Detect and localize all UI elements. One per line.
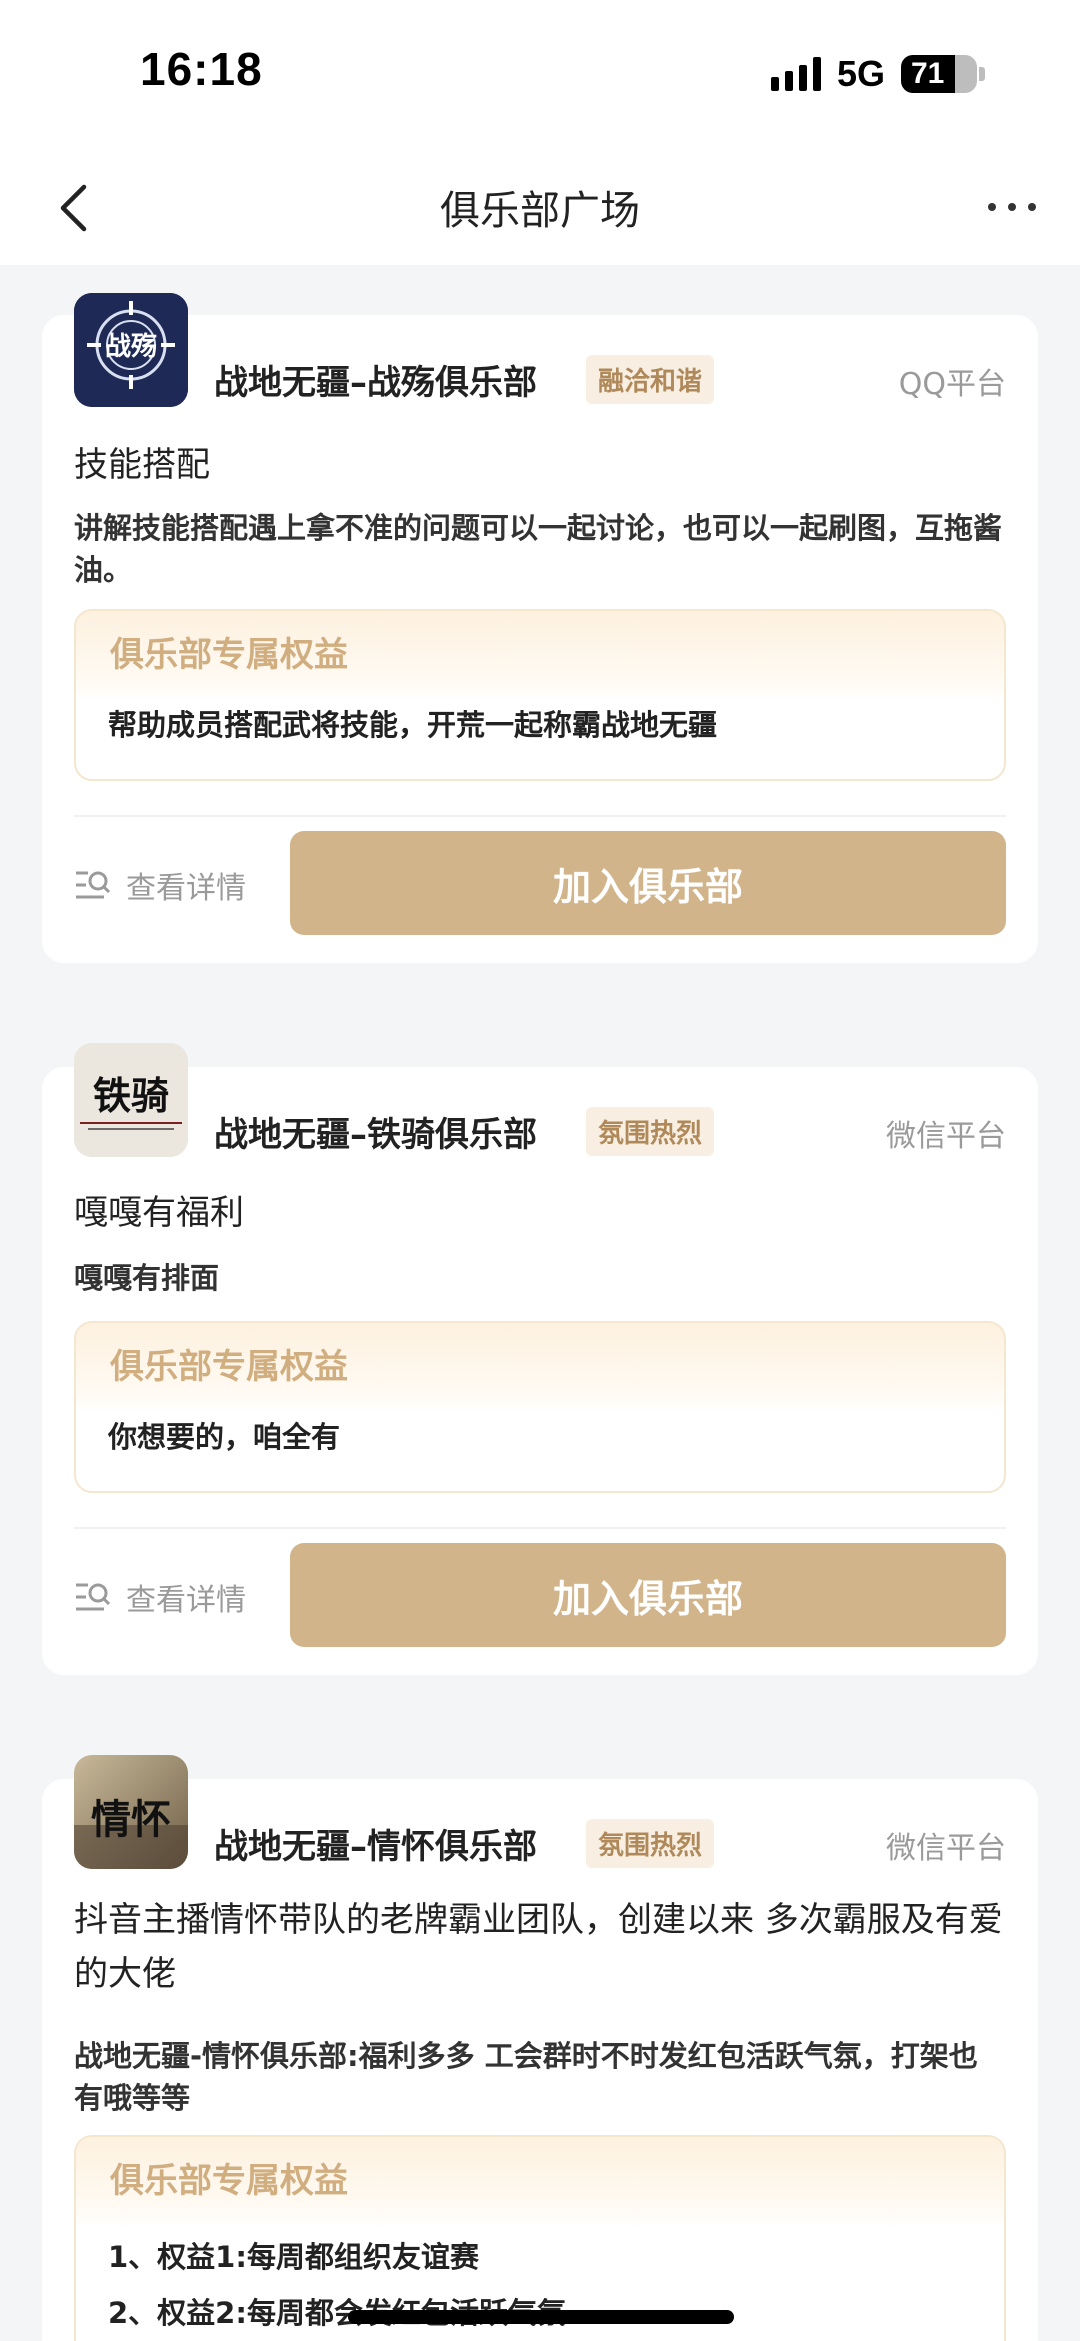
club-platform: 微信平台: [886, 1831, 1006, 1866]
club-logo: 铁骑: [74, 1043, 188, 1157]
dot-icon: [1028, 203, 1036, 211]
club-logo-emblem: 战殇: [74, 293, 188, 407]
club-logo-text: 铁骑: [93, 1074, 169, 1118]
network-label: 5G: [836, 53, 885, 94]
club-card: 铁骑 战地无疆–铁骑俱乐部 氛围热烈 微信平台 嘎嘎有福利 嘎嘎有排面 俱乐部专…: [42, 1043, 1038, 1675]
status-bar: 16:18 5G 71: [0, 0, 1080, 150]
club-card: 情怀 战地无疆–情怀俱乐部 氛围热烈 微信平台 抖音主播情怀带队的老牌霸业团队，…: [42, 1755, 1038, 2341]
club-logo-emblem: 铁骑: [74, 1043, 188, 1157]
signal-icon: [770, 57, 821, 91]
club-subtitle: 嘎嘎有福利: [74, 1193, 244, 1233]
perk-item: 1、权益1:每周都组织友谊赛: [108, 2240, 479, 2274]
status-time: 16:18: [140, 43, 263, 95]
club-platform: QQ平台: [898, 367, 1006, 402]
club-logo: 情怀: [74, 1755, 188, 1869]
battery-icon: 71: [901, 55, 985, 93]
page-title: 俱乐部广场: [440, 188, 640, 234]
perk-box: 俱乐部专属权益 帮助成员搭配武将技能，开荒一起称霸战地无疆: [74, 609, 1006, 781]
perk-title: 俱乐部专属权益: [110, 2161, 348, 2201]
status-indicators: 5G 71: [770, 52, 985, 96]
view-details-label: 查看详情: [126, 1583, 246, 1618]
view-details-link[interactable]: 查看详情: [74, 1575, 246, 1619]
list-search-icon: [76, 871, 111, 899]
club-card: 战殇 战地无疆–战殇俱乐部 融洽和谐 QQ平台 技能搭配 讲解技能搭配遇上拿不准…: [42, 293, 1038, 963]
list-search-icon: [76, 1583, 111, 1611]
club-tag: 氛围热烈: [586, 1107, 715, 1156]
club-description: 讲解技能搭配遇上拿不准的问题可以一起讨论，也可以一起刷图，互拖酱油。: [74, 511, 1003, 587]
dot-icon: [988, 203, 996, 211]
perk-title: 俱乐部专属权益: [110, 635, 348, 675]
perk-item: 你想要的，咱全有: [108, 1420, 341, 1454]
more-options-button[interactable]: [982, 190, 1042, 224]
club-name: 战地无疆–铁骑俱乐部: [214, 1115, 537, 1155]
card-divider: [74, 1527, 1006, 1529]
club-subtitle: 技能搭配: [74, 445, 210, 485]
club-description: 战地无疆-情怀俱乐部:福利多多 工会群时不时发红包活跃气氛，打架也有哦等等: [74, 2039, 978, 2115]
club-platform: 微信平台: [886, 1119, 1006, 1154]
club-logo-text: 战殇: [105, 332, 157, 362]
join-club-button[interactable]: 加入俱乐部: [290, 1543, 1006, 1647]
club-logo-emblem: 情怀: [74, 1755, 188, 1869]
perk-box: 俱乐部专属权益 你想要的，咱全有: [74, 1321, 1006, 1493]
club-logo-text: 情怀: [91, 1796, 171, 1843]
dot-icon: [1008, 203, 1016, 211]
card-divider: [74, 815, 1006, 817]
club-tag: 融洽和谐: [586, 355, 715, 404]
club-name: 战地无疆–战殇俱乐部: [214, 363, 537, 403]
view-details-link[interactable]: 查看详情: [74, 863, 246, 907]
join-club-button[interactable]: 加入俱乐部: [290, 831, 1006, 935]
club-name: 战地无疆–情怀俱乐部: [214, 1827, 537, 1867]
club-logo: 战殇: [74, 293, 188, 407]
perk-title: 俱乐部专属权益: [110, 1347, 348, 1387]
perk-item: 帮助成员搭配武将技能，开荒一起称霸战地无疆: [108, 708, 718, 742]
club-tag: 氛围热烈: [586, 1819, 715, 1868]
nav-bar: 俱乐部广场: [0, 150, 1080, 265]
club-subtitle: 抖音主播情怀带队的老牌霸业团队，创建以来 多次霸服及有爱的大佬: [74, 1900, 1003, 1994]
home-indicator[interactable]: [348, 2310, 734, 2324]
view-details-label: 查看详情: [126, 871, 246, 906]
club-description: 嘎嘎有排面: [74, 1261, 220, 1295]
battery-level: 71: [911, 57, 945, 90]
